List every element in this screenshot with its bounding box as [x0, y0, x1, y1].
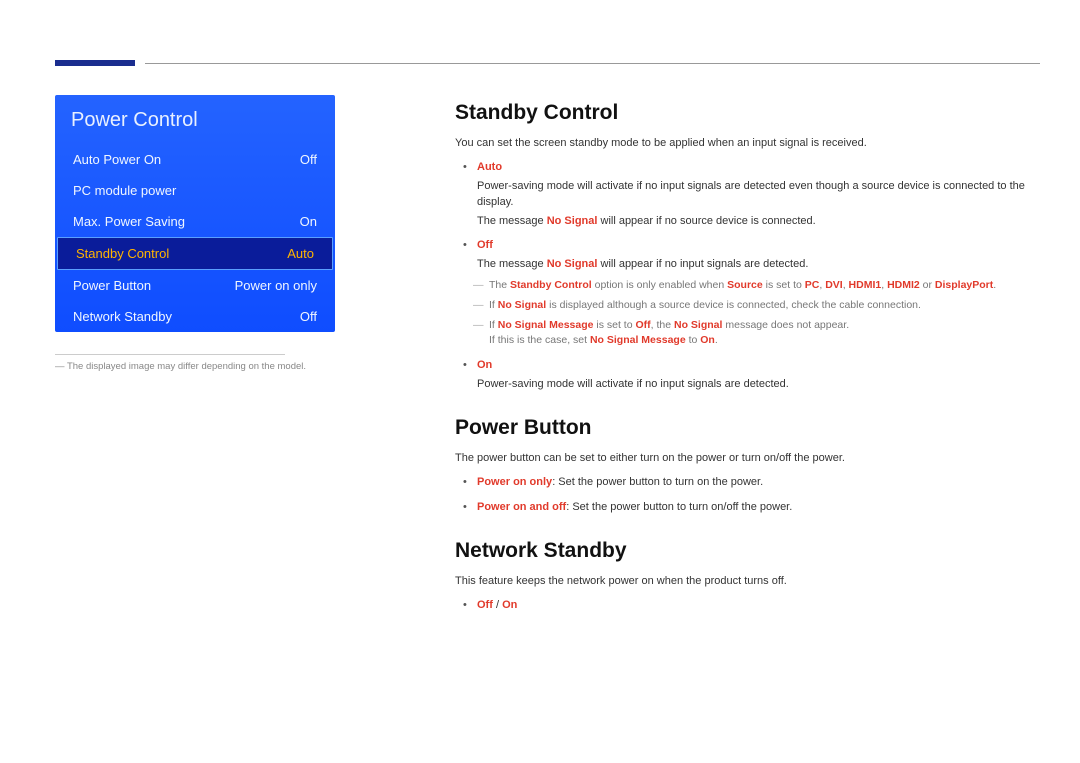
section-intro: You can set the screen standby mode to b…	[455, 137, 1040, 149]
option-on-desc: Power-saving mode will activate if no in…	[477, 376, 1040, 393]
note-source-list: The Standby Control option is only enabl…	[473, 278, 1040, 294]
option-power-on-only: Power on only: Set the power button to t…	[459, 474, 1040, 491]
menu-item-label: Network Standby	[73, 309, 172, 324]
section-title: Network Standby	[455, 539, 1040, 563]
menu-item-label: Auto Power On	[73, 152, 161, 167]
note-cable-connection: If No Signal is displayed although a sou…	[473, 298, 1040, 314]
menu-item-power-button[interactable]: Power Button Power on only	[55, 270, 335, 301]
option-off-notes: The Standby Control option is only enabl…	[473, 278, 1040, 349]
footnote-rule	[55, 354, 285, 355]
section-intro: This feature keeps the network power on …	[455, 575, 1040, 587]
menu-item-value: On	[300, 214, 317, 229]
menu-item-label: PC module power	[73, 183, 176, 198]
option-auto-desc2: The message No Signal will appear if no …	[477, 213, 1040, 230]
menu-item-auto-power-on[interactable]: Auto Power On Off	[55, 144, 335, 175]
menu-title: Power Control	[55, 95, 335, 144]
menu-item-label: Max. Power Saving	[73, 214, 185, 229]
option-auto-desc1: Power-saving mode will activate if no in…	[477, 178, 1040, 211]
option-off: Off The message No Signal will appear if…	[459, 237, 1040, 349]
section-standby-control: Standby Control You can set the screen s…	[455, 101, 1040, 392]
option-label-off: Off	[477, 239, 493, 251]
menu-item-value: Off	[300, 152, 317, 167]
menu-panel-power-control: Power Control Auto Power On Off PC modul…	[55, 95, 335, 332]
netstandby-options: Off / On	[459, 597, 1040, 614]
option-label-on: On	[477, 359, 492, 371]
menu-item-standby-control[interactable]: Standby Control Auto	[57, 237, 333, 270]
page-body: Power Control Auto Power On Off PC modul…	[55, 95, 1040, 622]
section-title: Standby Control	[455, 101, 1040, 125]
option-power-on-and-off: Power on and off: Set the power button t…	[459, 499, 1040, 516]
menu-item-value: Auto	[287, 246, 314, 261]
option-on: On Power-saving mode will activate if no…	[459, 357, 1040, 392]
powerbtn-options: Power on only: Set the power button to t…	[459, 474, 1040, 515]
menu-item-label: Power Button	[73, 278, 151, 293]
content-column: Standby Control You can set the screen s…	[365, 95, 1040, 622]
option-auto: Auto Power-saving mode will activate if …	[459, 159, 1040, 229]
menu-item-value: Off	[300, 309, 317, 324]
menu-item-network-standby[interactable]: Network Standby Off	[55, 301, 335, 332]
menu-item-pc-module-power[interactable]: PC module power	[55, 175, 335, 206]
section-title: Power Button	[455, 416, 1040, 440]
section-intro: The power button can be set to either tu…	[455, 452, 1040, 464]
option-label-auto: Auto	[477, 161, 502, 173]
header-accent	[55, 60, 135, 66]
option-off-on: Off / On	[459, 597, 1040, 614]
footnote-dash: ―	[55, 361, 67, 372]
footnote-text: The displayed image may differ depending…	[67, 361, 306, 372]
section-network-standby: Network Standby This feature keeps the n…	[455, 539, 1040, 614]
footnote: ― The displayed image may differ dependi…	[55, 361, 315, 372]
header-rule	[145, 63, 1040, 64]
left-column: Power Control Auto Power On Off PC modul…	[55, 95, 365, 622]
menu-item-max-power-saving[interactable]: Max. Power Saving On	[55, 206, 335, 237]
option-off-desc1: The message No Signal will appear if no …	[477, 256, 1040, 273]
menu-item-value: Power on only	[235, 278, 317, 293]
section-power-button: Power Button The power button can be set…	[455, 416, 1040, 515]
note-no-signal-message: If No Signal Message is set to Off, the …	[473, 318, 1040, 350]
menu-item-label: Standby Control	[76, 246, 169, 261]
standby-options: Auto Power-saving mode will activate if …	[459, 159, 1040, 392]
